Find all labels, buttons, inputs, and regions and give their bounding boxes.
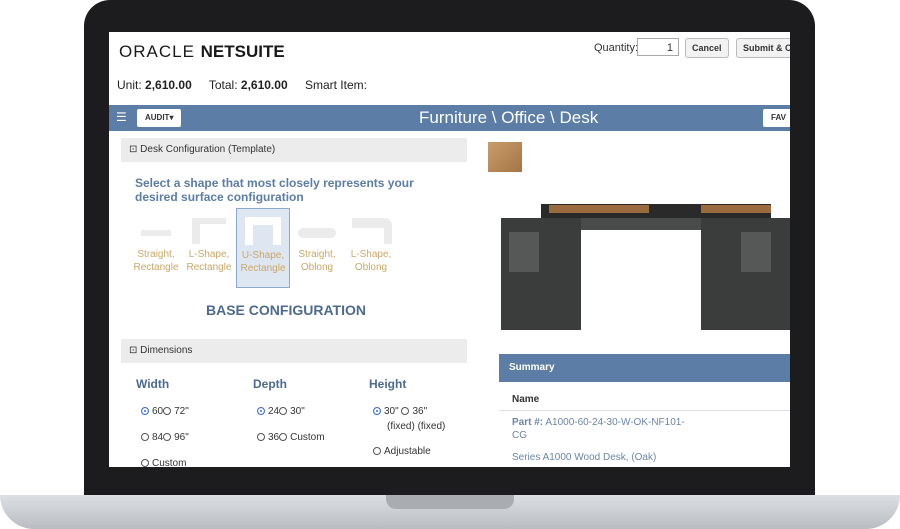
dimensions-section-header[interactable]: ⊡ Dimensions <box>121 339 467 363</box>
radio-icon <box>373 407 381 416</box>
oak-finish-swatch[interactable] <box>488 142 522 172</box>
shape-straight-rectangle[interactable]: Straight, Rectangle <box>129 208 183 288</box>
laptop-bezel-bottom <box>109 467 790 495</box>
cancel-button[interactable]: Cancel <box>685 38 729 58</box>
price-info: Unit: 2,610.00 Total: 2,610.00 Smart Ite… <box>117 78 367 92</box>
summary-part-number: Part #: A1000-60-24-30-W-OK-NF101-CG <box>512 417 685 441</box>
shape-straight-oblong[interactable]: Straight, Oblong <box>290 208 344 288</box>
netsuite-logo: ORACLE NETSUITE <box>119 42 285 61</box>
radio-icon <box>163 407 172 416</box>
height-fixed-note: (fixed) (fixed) <box>387 421 446 432</box>
depth-option-24[interactable]: 24 30" <box>257 406 305 417</box>
app-screen: ORACLE NETSUITE Quantity: 1 Cancel Submi… <box>109 32 790 467</box>
radio-icon <box>163 433 172 442</box>
radio-icon <box>141 407 149 416</box>
shape-prompt: Select a shape that most closely represe… <box>135 176 414 204</box>
summary-header: Summary <box>499 354 790 382</box>
depth-option-36[interactable]: 36 Custom <box>257 432 325 443</box>
audit-button[interactable]: AUDIT▾ <box>137 109 182 127</box>
radio-icon <box>141 433 149 442</box>
shape-u-rectangle[interactable]: U-Shape, Rectangle <box>236 208 290 288</box>
summary-description: Series A1000 Wood Desk, (Oak) <box>512 452 657 463</box>
height-heading: Height <box>369 377 407 391</box>
height-option-adjustable[interactable]: Adjustable <box>373 446 431 457</box>
width-option-60[interactable]: 60 72" <box>141 406 189 417</box>
desk-product-image <box>501 192 790 342</box>
width-option-custom[interactable]: Custom <box>141 458 186 467</box>
category-banner: ☰ AUDIT▾ Furniture \ Office \ Desk FAV <box>109 105 790 131</box>
radio-icon <box>257 433 265 442</box>
base-configuration-heading: BASE CONFIGURATION <box>206 302 366 318</box>
page-title: Furniture \ Office \ Desk <box>419 108 599 127</box>
depth-heading: Depth <box>253 377 287 391</box>
submit-button[interactable]: Submit & C <box>736 38 790 58</box>
shape-l-rectangle[interactable]: L-Shape, Rectangle <box>182 208 236 288</box>
summary-name-label: Name <box>512 394 540 405</box>
desk-config-section-header[interactable]: ⊡ Desk Configuration (Template) <box>121 138 467 162</box>
hamburger-icon[interactable]: ☰ <box>116 110 127 124</box>
shape-l-oblong[interactable]: L-Shape, Oblong <box>344 208 398 288</box>
radio-icon <box>279 433 288 442</box>
height-option-30[interactable]: 30" 36" <box>373 406 427 417</box>
summary-divider <box>499 410 790 411</box>
laptop-notch <box>386 495 514 509</box>
radio-icon <box>373 447 381 456</box>
width-option-84[interactable]: 84 96" <box>141 432 189 443</box>
width-heading: Width <box>136 377 170 391</box>
radio-icon <box>141 459 149 467</box>
radio-icon <box>257 407 265 416</box>
quantity-input[interactable]: 1 <box>637 38 679 56</box>
quantity-label: Quantity: <box>594 42 639 54</box>
favorites-button[interactable]: FAV <box>763 109 790 127</box>
radio-icon <box>279 407 288 416</box>
radio-icon <box>401 407 410 416</box>
